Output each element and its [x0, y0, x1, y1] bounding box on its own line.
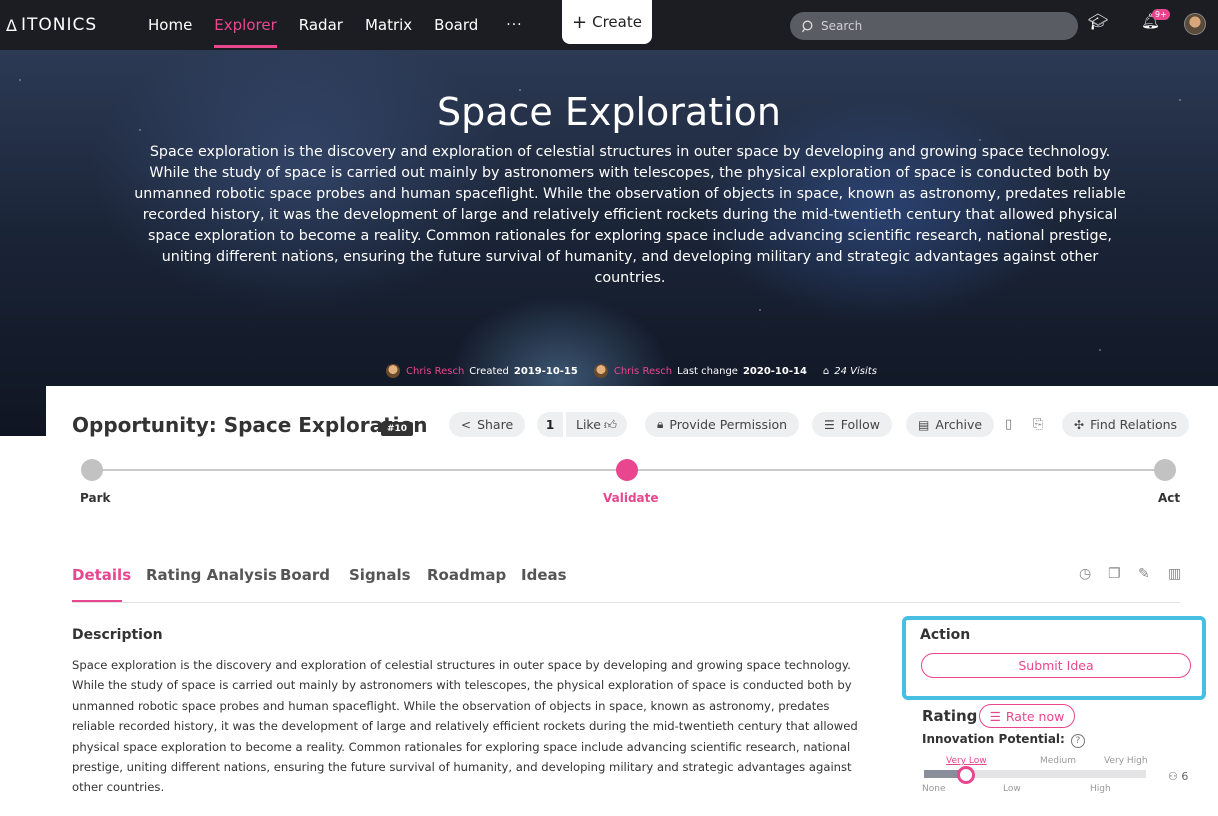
- nav-more-button[interactable]: ···: [506, 17, 522, 33]
- provide-permission-label: Provide Permission: [669, 417, 788, 432]
- created-label: Created: [469, 365, 509, 377]
- hero-meta: Chris Resch Created 2019-10-15 Chris Res…: [386, 364, 877, 378]
- share-icon: <: [461, 417, 472, 432]
- search-icon: [802, 20, 813, 32]
- plus-icon: +: [572, 11, 588, 33]
- itonics-logo[interactable]: Δ ITONICS: [6, 15, 126, 35]
- archive-icon: ▤: [918, 417, 930, 432]
- rating-slider-thumb[interactable]: [957, 766, 975, 784]
- tabs-divider: [72, 602, 1180, 603]
- votes-count: 6: [1181, 770, 1189, 783]
- like-label: Like: [576, 417, 601, 432]
- page-title: Opportunity: Space Exploration: [72, 413, 428, 437]
- share-label: Share: [477, 417, 514, 432]
- scale-low: Low: [1003, 784, 1021, 794]
- find-relations-label: Find Relations: [1090, 417, 1178, 432]
- rating-votes: ⚇ 6: [1168, 770, 1188, 783]
- description-heading: Description: [72, 627, 163, 643]
- search-bar[interactable]: [790, 12, 1078, 40]
- submit-idea-button[interactable]: Submit Idea: [921, 653, 1191, 678]
- user-icon: ⚇: [1168, 770, 1178, 783]
- history-clock-icon[interactable]: ◷: [1079, 566, 1091, 582]
- nav-radar[interactable]: Radar: [299, 16, 343, 34]
- nav-matrix[interactable]: Matrix: [365, 16, 412, 34]
- tab-board[interactable]: Board: [280, 566, 330, 584]
- hero-banner: Space Exploration Space exploration is t…: [0, 50, 1218, 436]
- tab-ideas[interactable]: Ideas: [521, 566, 567, 584]
- rate-now-label: Rate now: [1005, 708, 1065, 724]
- scale-very-low: Very Low: [946, 756, 987, 766]
- academy-cap-icon[interactable]: 🎓︎: [1088, 12, 1108, 31]
- stage-label-park: Park: [80, 491, 111, 505]
- search-input[interactable]: [821, 19, 1061, 33]
- author-name[interactable]: Chris Resch: [406, 366, 464, 377]
- logo-triangle-icon: Δ: [6, 15, 18, 35]
- stage-label-validate: Validate: [603, 491, 659, 505]
- archive-label: Archive: [935, 417, 983, 432]
- archive-button[interactable]: ▤ Archive: [906, 412, 995, 437]
- visits-icon: ⌂: [822, 365, 830, 377]
- rating-heading: Rating: [922, 707, 978, 725]
- last-change-label: Last change: [677, 365, 738, 377]
- user-avatar[interactable]: [1184, 13, 1206, 35]
- sliders-icon: ☰: [989, 708, 1001, 724]
- visits-count: 24 Visits: [834, 365, 877, 377]
- follow-icon: ☰: [824, 417, 835, 432]
- nav-explorer[interactable]: Explorer: [214, 16, 278, 48]
- create-label: Create: [592, 13, 642, 31]
- stage-dot-act[interactable]: [1154, 459, 1176, 481]
- pdf-icon[interactable]: ⎘: [1033, 417, 1043, 432]
- follow-button[interactable]: ☰ Follow: [812, 412, 892, 437]
- provide-permission-button[interactable]: 🔒︎ Provide Permission: [645, 412, 800, 437]
- create-button[interactable]: + Create: [562, 0, 652, 44]
- scale-high: High: [1090, 784, 1111, 794]
- innovation-potential-text: Innovation Potential:: [922, 732, 1065, 746]
- hero-title: Space Exploration: [436, 90, 781, 134]
- share-button[interactable]: < Share: [449, 412, 526, 437]
- lock-icon: 🔒︎: [657, 417, 664, 431]
- help-icon[interactable]: ?: [1070, 734, 1085, 748]
- scale-medium: Medium: [1040, 756, 1076, 766]
- id-badge: #10: [381, 422, 414, 436]
- notification-badge: 9+: [1152, 9, 1170, 20]
- rate-now-button[interactable]: ☰ Rate now: [979, 704, 1075, 728]
- description-body: Space exploration is the discovery and e…: [72, 658, 858, 795]
- hero-description: Space exploration is the discovery and e…: [134, 144, 1126, 286]
- tab-roadmap[interactable]: Roadmap: [427, 566, 506, 584]
- innovation-potential-label: Innovation Potential:?: [922, 732, 1085, 748]
- scale-very-high: Very High: [1104, 756, 1148, 766]
- follow-label: Follow: [840, 417, 880, 432]
- logo-text: ITONICS: [20, 15, 98, 35]
- last-change-date: 2020-10-14: [742, 365, 807, 377]
- tab-rating-analysis[interactable]: Rating Analysis: [146, 566, 277, 584]
- like-button[interactable]: Like 👍︎: [566, 412, 627, 437]
- edit-icon[interactable]: ✎: [1138, 566, 1150, 582]
- created-date: 2019-10-15: [513, 365, 578, 377]
- tab-signals[interactable]: Signals: [349, 566, 411, 584]
- thumbs-up-icon: 👍︎: [603, 416, 617, 432]
- editor-avatar: [593, 364, 608, 378]
- find-relations-button[interactable]: ✣ Find Relations: [1062, 412, 1190, 437]
- stage-dot-validate[interactable]: [616, 459, 638, 481]
- document-icon[interactable]: ▯: [1005, 417, 1012, 432]
- action-heading: Action: [920, 627, 971, 643]
- copy-icon[interactable]: ❐: [1108, 566, 1121, 582]
- nav-board[interactable]: Board: [434, 16, 478, 34]
- trash-icon[interactable]: ▥: [1168, 566, 1181, 582]
- tab-details[interactable]: Details: [72, 566, 131, 584]
- relations-icon: ✣: [1074, 417, 1085, 432]
- like-count: 1: [537, 412, 563, 437]
- author-avatar: [386, 364, 400, 378]
- scale-none: None: [922, 784, 946, 794]
- nav-home[interactable]: Home: [148, 16, 192, 34]
- editor-name[interactable]: Chris Resch: [614, 366, 672, 377]
- stage-label-act: Act: [1158, 491, 1181, 505]
- stage-dot-park[interactable]: [81, 459, 103, 481]
